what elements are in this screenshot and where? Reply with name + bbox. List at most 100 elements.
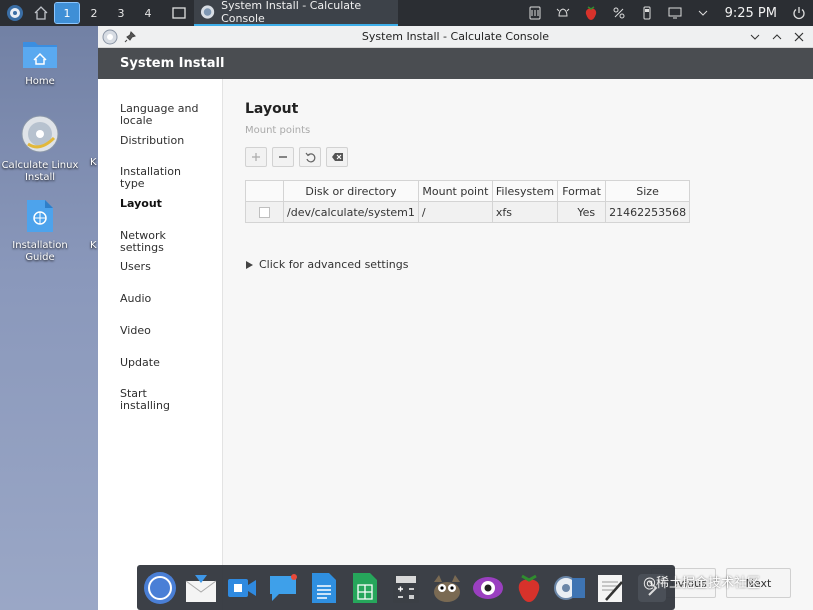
minus-icon — [279, 156, 287, 158]
window-app-icon — [102, 29, 118, 44]
clock[interactable]: 9:25 PM — [725, 6, 777, 21]
home-icon[interactable] — [30, 2, 52, 24]
usb-device-icon[interactable] — [635, 1, 659, 25]
nav-update[interactable]: Update — [98, 355, 222, 389]
gimp-icon[interactable] — [428, 569, 466, 607]
nav-start-installing[interactable]: Start installing — [98, 388, 222, 420]
nav-audio[interactable]: Audio — [98, 293, 222, 325]
desktop-icon-calculate-install[interactable]: Calculate Linux Install — [0, 114, 80, 184]
task-title: System Install - Calculate Console — [221, 0, 362, 25]
app-dock — [137, 565, 675, 610]
header-title: System Install — [120, 56, 225, 71]
desktop-1-button[interactable]: 1 — [54, 2, 80, 24]
strawberry-icon[interactable] — [579, 1, 603, 25]
layout-panel: Layout Mount points Disk or directory Mo… — [223, 79, 813, 610]
column-header-mount-point[interactable]: Mount point — [417, 180, 493, 202]
nav-item-label: Audio — [120, 292, 152, 306]
table-row[interactable]: /dev/calculate/system1 / xfs Yes 2146225… — [245, 201, 691, 223]
minimize-icon[interactable] — [749, 31, 761, 43]
nav-item-label: Network settings — [120, 228, 166, 254]
desktop-icon-label: Installation Guide — [12, 240, 68, 263]
system-install-window: System Install - Calculate Console Syste… — [98, 26, 813, 610]
nav-item-label: Layout — [120, 197, 162, 211]
desktop-peek-label: K — [90, 157, 97, 168]
cell-disk: /dev/calculate/system1 — [283, 201, 419, 223]
video-call-icon[interactable] — [223, 569, 261, 607]
watermark-text: @稀土掘金技术社区 — [643, 576, 761, 591]
desktop-icon-home[interactable]: Home — [0, 36, 80, 88]
desktop-icon-label: Calculate Linux Install — [1, 160, 79, 183]
cell-size: 21462253568 — [605, 201, 691, 223]
tray-expand-icon[interactable] — [691, 1, 715, 25]
nav-item-label: Start installing — [120, 387, 170, 413]
calculator-icon[interactable] — [387, 569, 425, 607]
display-icon[interactable] — [663, 1, 687, 25]
window-titlebar[interactable]: System Install - Calculate Console — [98, 26, 813, 48]
install-disc-icon — [21, 115, 59, 153]
row-checkbox[interactable] — [259, 206, 270, 218]
nav-video[interactable]: Video — [98, 324, 222, 357]
expand-arrow-icon — [246, 260, 253, 269]
nav-layout[interactable]: Layout — [98, 198, 222, 230]
nav-users[interactable]: Users — [98, 261, 222, 293]
advanced-settings-label: Click for advanced settings — [259, 258, 409, 271]
guide-document-icon — [27, 200, 53, 232]
row-select-cell — [245, 201, 284, 223]
spreadsheet-icon[interactable] — [346, 569, 384, 607]
nav-installation-type[interactable]: Installation type — [98, 166, 222, 198]
nav-network-settings[interactable]: Network settings — [98, 228, 222, 262]
table-header-row: Disk or directory Mount point Filesystem… — [245, 180, 691, 202]
network-settings-icon[interactable] — [607, 1, 631, 25]
column-header-select — [245, 180, 284, 202]
nav-distribution[interactable]: Distribution — [98, 133, 222, 167]
reset-mount-points-button[interactable] — [299, 147, 321, 167]
mount-points-table: Disk or directory Mount point Filesystem… — [245, 180, 691, 223]
column-header-filesystem[interactable]: Filesystem — [491, 180, 559, 202]
nav-item-label: Distribution — [120, 133, 185, 147]
nav-item-label: Users — [120, 260, 151, 274]
nav-item-label: Update — [120, 355, 160, 369]
eye-of-gnome-icon[interactable] — [469, 569, 507, 607]
desktop-2-button[interactable]: 2 — [82, 3, 106, 23]
system-tray: 9:25 PM — [521, 0, 813, 26]
section-title: Layout — [245, 101, 299, 117]
text-editor-icon[interactable] — [592, 569, 630, 607]
cell-mount-point: / — [417, 201, 493, 223]
text-document-icon[interactable] — [305, 569, 343, 607]
desktop-4-button[interactable]: 4 — [136, 3, 160, 23]
window-header: System Install — [98, 48, 813, 79]
power-icon[interactable] — [787, 1, 811, 25]
notifications-icon[interactable] — [551, 1, 575, 25]
desktop-icon-installation-guide[interactable]: Installation Guide — [0, 198, 80, 264]
pin-icon[interactable] — [124, 30, 136, 43]
media-player-icon[interactable] — [551, 569, 589, 607]
close-icon[interactable] — [793, 31, 805, 43]
install-steps-sidebar: Language and locale Distribution Install… — [98, 79, 223, 610]
desktop-peek-label: K — [90, 240, 97, 251]
show-desktop-icon[interactable] — [168, 2, 190, 24]
taskbar-task-system-install[interactable]: System Install - Calculate Console — [194, 0, 398, 26]
add-mount-point-button[interactable] — [245, 147, 267, 167]
cell-format: Yes — [557, 201, 607, 223]
desktop-3-button[interactable]: 3 — [109, 3, 133, 23]
column-header-format[interactable]: Format — [557, 180, 607, 202]
undo-icon — [305, 152, 315, 162]
app-launcher-icon[interactable] — [4, 2, 26, 24]
network-monitor-icon[interactable] — [523, 1, 547, 25]
top-panel: 1 2 3 4 System Install - Calculate Conso… — [0, 0, 813, 26]
mail-client-icon[interactable] — [182, 569, 220, 607]
advanced-settings-toggle[interactable]: Click for advanced settings — [245, 258, 408, 271]
window-content: Language and locale Distribution Install… — [98, 79, 813, 610]
chromium-icon[interactable] — [141, 569, 179, 607]
remove-mount-point-button[interactable] — [272, 147, 294, 167]
desktop-icon-label: Home — [25, 76, 55, 87]
column-header-size[interactable]: Size — [605, 180, 691, 202]
clear-mount-points-button[interactable] — [326, 147, 348, 167]
messenger-icon[interactable] — [264, 569, 302, 607]
column-header-disk[interactable]: Disk or directory — [283, 180, 419, 202]
nav-language-and-locale[interactable]: Language and locale — [98, 103, 222, 135]
strawberry-player-icon[interactable] — [510, 569, 548, 607]
maximize-icon[interactable] — [771, 31, 783, 43]
calculate-app-icon — [200, 5, 215, 19]
window-title: System Install - Calculate Console — [361, 30, 550, 43]
